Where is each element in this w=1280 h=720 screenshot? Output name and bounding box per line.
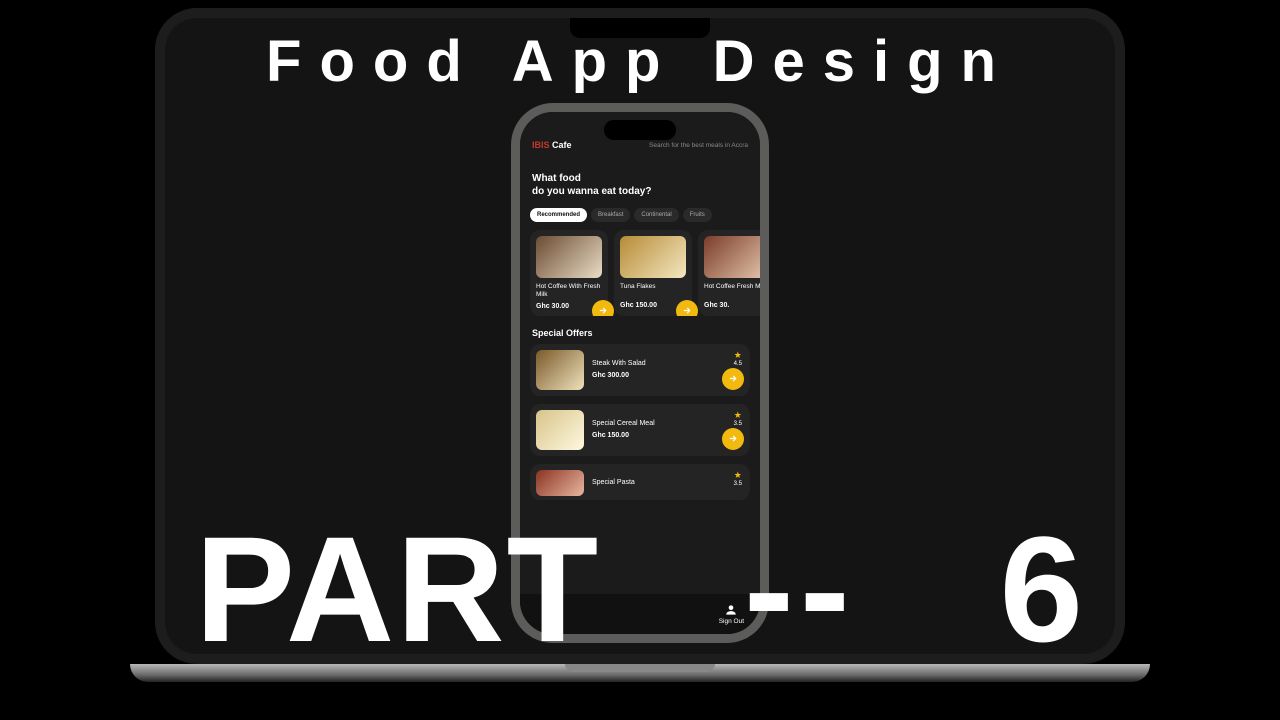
special-offers-title: Special Offers xyxy=(520,316,760,344)
food-price: Ghc 30. xyxy=(704,302,760,309)
tab-fruits[interactable]: Fruits xyxy=(683,208,712,222)
offer-name: Special Pasta xyxy=(592,479,744,486)
app-brand[interactable]: IBIS Cafe xyxy=(532,140,572,150)
offer-thumb xyxy=(536,410,584,450)
hero-heading: What food do you wanna eat today? xyxy=(520,158,760,208)
laptop-screen: Food App Design PART -- 6 IBIS Cafe Sear… xyxy=(165,18,1115,654)
arrow-right-icon xyxy=(728,373,739,384)
rating-badge: ★3.5 xyxy=(734,470,742,487)
food-name: Hot Coffee With Fresh Milk xyxy=(536,283,602,299)
brand-accent: IBIS xyxy=(532,140,550,150)
offer-row[interactable]: Special Cereal Meal Ghc 150.00 ★3.5 xyxy=(530,404,750,456)
offer-row[interactable]: Special Pasta ★3.5 xyxy=(530,464,750,500)
laptop-base xyxy=(130,664,1150,682)
star-icon: ★ xyxy=(734,410,742,421)
subtitle-dashes: -- xyxy=(744,514,856,664)
rating-value: 3.5 xyxy=(734,481,742,487)
offer-thumb xyxy=(536,350,584,390)
hero-line-1: What food xyxy=(532,172,748,185)
tab-continental[interactable]: Continental xyxy=(634,208,678,222)
laptop-frame: Food App Design PART -- 6 IBIS Cafe Sear… xyxy=(155,8,1125,664)
slide-subtitle: PART -- 6 xyxy=(195,514,1085,664)
hero-line-2: do you wanna eat today? xyxy=(532,185,748,198)
tab-breakfast[interactable]: Breakfast xyxy=(591,208,630,222)
subtitle-number: 6 xyxy=(1000,514,1085,664)
add-button[interactable] xyxy=(676,300,698,316)
search-input[interactable]: Search for the best meals in Accra xyxy=(649,142,748,149)
food-thumb xyxy=(620,236,686,278)
food-thumb xyxy=(536,236,602,278)
add-button[interactable] xyxy=(592,300,614,316)
arrow-right-icon xyxy=(728,433,739,444)
offer-thumb xyxy=(536,470,584,496)
star-icon: ★ xyxy=(734,350,742,361)
food-card[interactable]: ★3.5 Tuna Flakes Ghc 150.00 xyxy=(614,230,692,316)
arrow-right-icon xyxy=(682,305,693,316)
subtitle-part: PART xyxy=(195,514,600,664)
rating-value: 3.5 xyxy=(734,421,742,427)
add-button[interactable] xyxy=(722,428,744,450)
rating-badge: ★3.5 xyxy=(734,410,742,427)
category-tabs: Recommended Breakfast Continental Fruits xyxy=(520,208,760,230)
offer-name: Steak With Salad xyxy=(592,360,744,367)
add-button[interactable] xyxy=(722,368,744,390)
offer-row[interactable]: Steak With Salad Ghc 300.00 ★4.5 xyxy=(530,344,750,396)
food-name: Tuna Flakes xyxy=(620,283,686,298)
phone-notch xyxy=(604,120,676,140)
food-card[interactable]: ★3.5 Hot Coffee With Fresh Milk Ghc 30.0… xyxy=(530,230,608,316)
slide-title: Food App Design xyxy=(165,28,1115,95)
offers-list[interactable]: Steak With Salad Ghc 300.00 ★4.5 Special… xyxy=(520,344,760,500)
recommended-list[interactable]: ★3.5 Hot Coffee With Fresh Milk Ghc 30.0… xyxy=(520,230,760,316)
star-icon: ★ xyxy=(734,470,742,481)
food-card[interactable]: ★3.5 Hot Coffee Fresh Mi Ghc 30. xyxy=(698,230,760,316)
food-thumb xyxy=(704,236,760,278)
offer-info: Special Pasta xyxy=(592,479,744,486)
rating-value: 4.5 xyxy=(734,361,742,367)
arrow-right-icon xyxy=(598,305,609,316)
food-name: Hot Coffee Fresh Mi xyxy=(704,283,760,298)
offer-name: Special Cereal Meal xyxy=(592,420,744,427)
rating-badge: ★4.5 xyxy=(734,350,742,367)
laptop-notch xyxy=(570,18,710,38)
brand-rest: Cafe xyxy=(550,140,572,150)
tab-recommended[interactable]: Recommended xyxy=(530,208,587,222)
